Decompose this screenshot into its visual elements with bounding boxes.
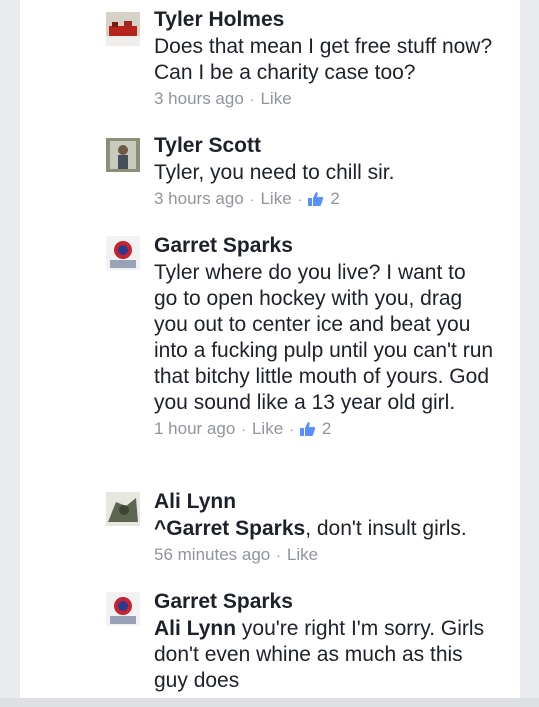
like-link[interactable]: Like [287,544,318,566]
comment-2: Tyler Scott Tyler, you need to chill sir… [154,134,494,210]
separator-dot: · [276,547,281,563]
comment-meta: 3 hours ago · Like · 2 [154,188,494,210]
comment-text: Tyler where do you live? I want to go to… [154,261,494,414]
like-link[interactable]: Like [260,188,291,210]
like-count[interactable]: 2 [322,418,331,440]
separator-dot: · [241,421,246,437]
comment-text: Does that mean I get free stuff now? Can… [154,35,493,84]
like-link[interactable]: Like [252,418,283,440]
comment-author[interactable]: Garret Sparks [154,234,494,258]
separator-dot: · [249,91,255,107]
avatar-ali-lynn[interactable] [106,492,140,526]
comment-meta: 1 hour ago · Like · 2 [154,418,494,440]
thumbs-up-icon[interactable] [308,191,324,207]
avatar-tyler-holmes[interactable] [106,12,140,46]
like-count[interactable]: 2 [330,188,339,210]
comment-time[interactable]: 3 hours ago [154,188,244,210]
separator-dot: · [289,421,294,437]
mention-link[interactable]: Ali Lynn [154,617,236,640]
comment-text: ^Garret Sparks, don't insult girls. [154,516,494,542]
comment-text: Tyler, you need to chill sir. [154,161,395,184]
comment-time[interactable]: 1 hour ago [154,418,235,440]
separator-dot: · [297,191,303,207]
comment-text-body: , don't insult girls. [305,517,467,540]
comment-1: Tyler Holmes Does that mean I get free s… [154,8,494,110]
comment-author[interactable]: Tyler Holmes [154,8,494,32]
comment-5: Garret Sparks Ali Lynn you're right I'm … [154,590,494,694]
avatar-tyler-scott[interactable] [106,138,140,172]
mention-link[interactable]: ^Garret Sparks [154,517,305,540]
like-link[interactable]: Like [260,88,291,110]
bottom-divider [0,698,539,707]
comment-4: Ali Lynn ^Garret Sparks, don't insult gi… [154,490,494,566]
comment-author[interactable]: Garret Sparks [154,590,494,614]
comment-author[interactable]: Tyler Scott [154,134,494,158]
avatar-garret-sparks[interactable] [106,592,140,626]
comment-time[interactable]: 56 minutes ago [154,544,270,566]
separator-dot: · [249,191,255,207]
comment-3: Garret Sparks Tyler where do you live? I… [154,234,494,440]
comment-text: Ali Lynn you're right I'm sorry. Girls d… [154,616,494,694]
avatar-garret-sparks[interactable] [106,236,140,270]
comment-meta: 3 hours ago · Like [154,88,494,110]
thumbs-up-icon[interactable] [299,421,316,437]
comment-meta: 56 minutes ago · Like [154,544,494,566]
comment-time[interactable]: 3 hours ago [154,88,244,110]
comment-author[interactable]: Ali Lynn [154,490,494,514]
